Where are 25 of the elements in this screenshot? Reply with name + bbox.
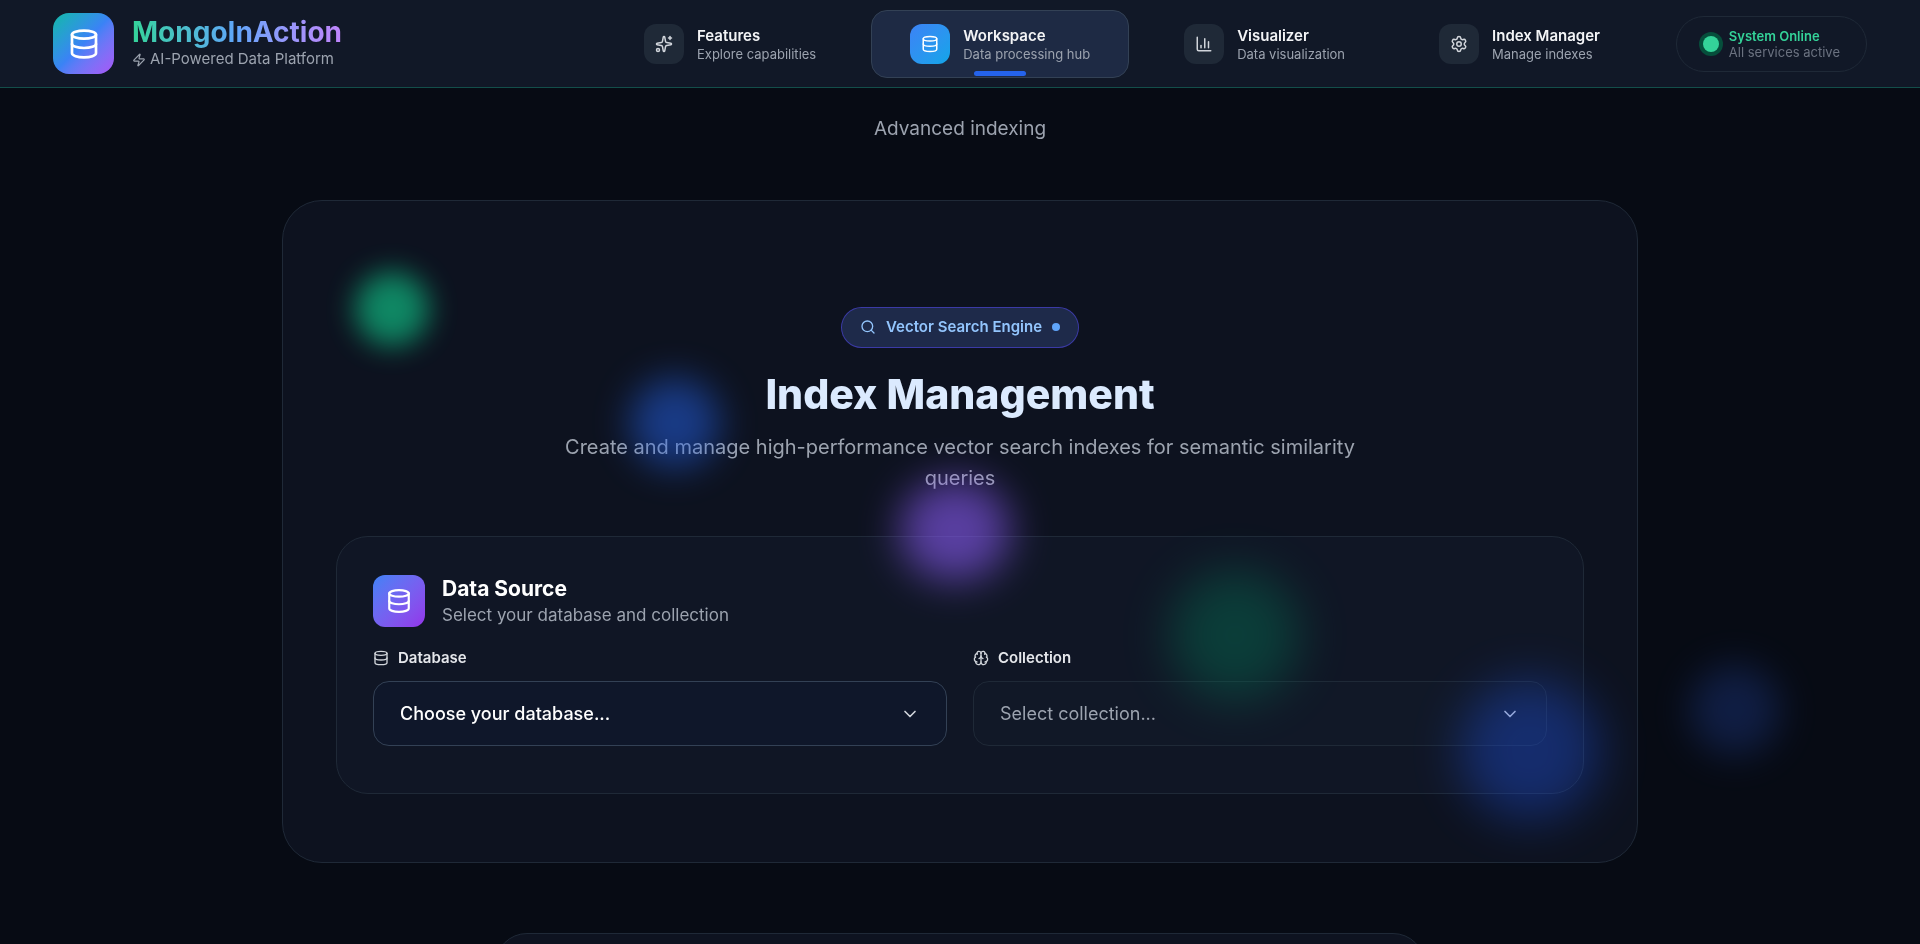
nav-tab-subtitle: Data processing hub [963,45,1091,62]
brand-tagline: AI-Powered Data Platform [150,48,334,71]
nav-tab-subtitle: Data visualization [1237,45,1346,62]
nav-tab-subtitle: Explore capabilities [697,45,817,62]
nav-tab[interactable]: Workspace Data processing hub [871,9,1130,78]
feature-badge: Vector Search Engine [841,306,1079,348]
status-detail: All services active [1728,43,1840,60]
select-field[interactable]: Choose your database... [373,681,947,746]
nav-tab[interactable]: Features Explore capabilities [605,9,856,78]
nav-tab-subtitle: Manage indexes [1492,45,1594,62]
nav-tab-title: Features [697,25,762,46]
brand-name: MongoInAction [132,16,343,49]
card-title: Data Source [442,574,568,603]
section-subtitle: Advanced indexing [873,116,1047,142]
nav-tab-title: Visualizer [1237,25,1310,46]
page-heading: Index Management [765,369,1155,418]
nav-tab-title: Workspace [963,25,1047,46]
nav-tab[interactable]: Visualizer Data visualization [1145,9,1385,78]
field-label: Collection [998,646,1072,669]
status-label: System Online [1728,27,1821,44]
field-label: Database [398,646,467,669]
nav-tab[interactable]: Index Manager Manage indexes [1400,9,1640,78]
page-description: Create and manage high-performance vector search indexes for semantic similarity queries [564,433,1356,492]
card-subtitle: Select your database and collection [442,603,729,627]
nav-tab-title: Index Manager [1492,25,1601,46]
